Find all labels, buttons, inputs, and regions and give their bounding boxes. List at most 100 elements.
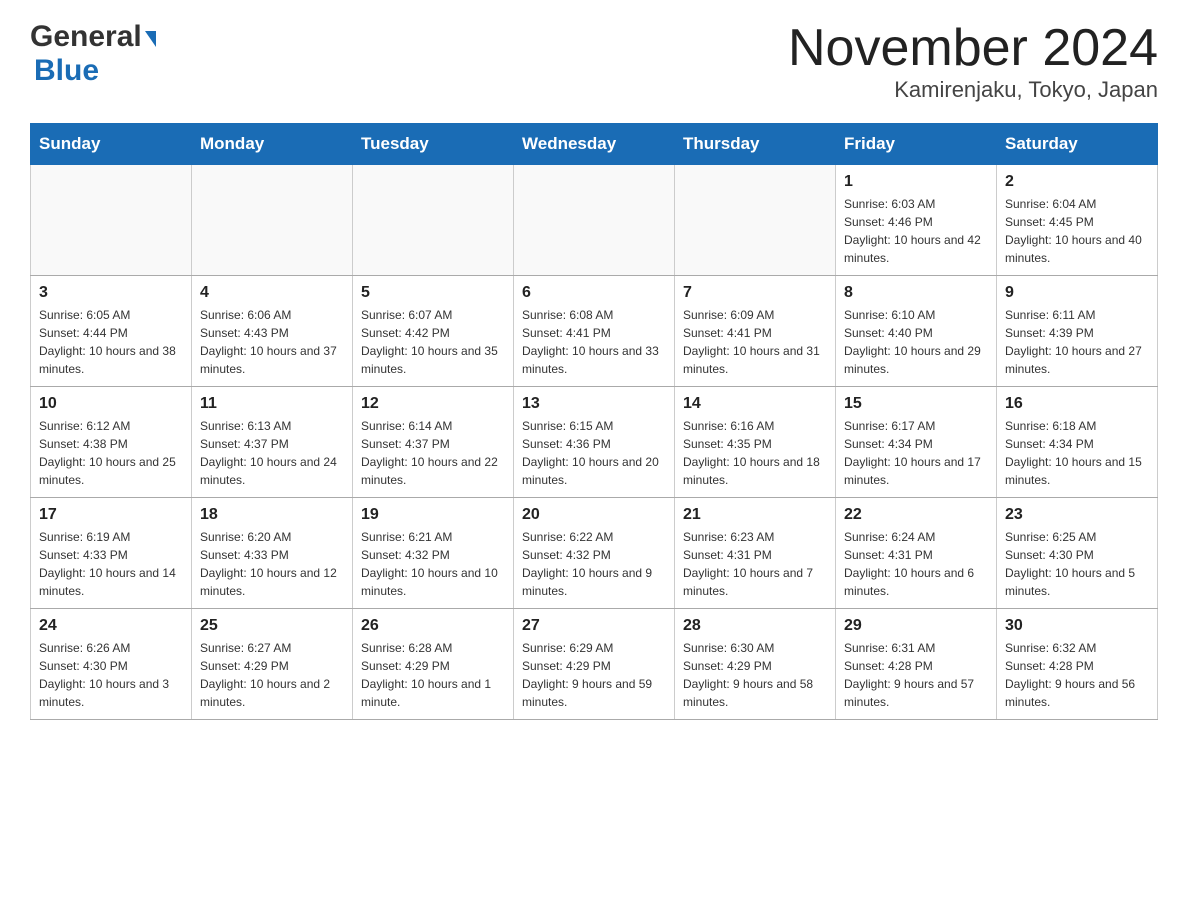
calendar-cell: 7 Sunrise: 6:09 AMSunset: 4:41 PMDaylight… [675, 276, 836, 387]
day-number: 27 [522, 617, 666, 635]
day-info: Sunrise: 6:14 AMSunset: 4:37 PMDaylight:… [361, 417, 505, 489]
calendar-cell: 10 Sunrise: 6:12 AMSunset: 4:38 PMDayligh… [31, 387, 192, 498]
day-info: Sunrise: 6:11 AMSunset: 4:39 PMDaylight:… [1005, 306, 1149, 378]
calendar-cell: 26 Sunrise: 6:28 AMSunset: 4:29 PMDayligh… [353, 609, 514, 720]
day-info: Sunrise: 6:26 AMSunset: 4:30 PMDaylight:… [39, 639, 183, 711]
logo-blue-text: Blue [34, 54, 99, 88]
day-number: 23 [1005, 506, 1149, 524]
logo-general-text: General [30, 20, 142, 54]
calendar-week-row-2: 3 Sunrise: 6:05 AMSunset: 4:44 PMDaylight… [31, 276, 1158, 387]
day-number: 11 [200, 395, 344, 413]
day-info: Sunrise: 6:20 AMSunset: 4:33 PMDaylight:… [200, 528, 344, 600]
weekday-header-friday: Friday [836, 124, 997, 165]
calendar-cell: 1 Sunrise: 6:03 AMSunset: 4:46 PMDaylight… [836, 165, 997, 276]
day-info: Sunrise: 6:18 AMSunset: 4:34 PMDaylight:… [1005, 417, 1149, 489]
calendar-cell [353, 165, 514, 276]
calendar-cell: 27 Sunrise: 6:29 AMSunset: 4:29 PMDayligh… [514, 609, 675, 720]
day-info: Sunrise: 6:25 AMSunset: 4:30 PMDaylight:… [1005, 528, 1149, 600]
calendar-cell: 19Sunrise: 6:21 AMSunset: 4:32 PMDayligh… [353, 498, 514, 609]
calendar-cell: 21 Sunrise: 6:23 AMSunset: 4:31 PMDayligh… [675, 498, 836, 609]
calendar-cell: 15 Sunrise: 6:17 AMSunset: 4:34 PMDayligh… [836, 387, 997, 498]
calendar-cell: 6Sunrise: 6:08 AMSunset: 4:41 PMDaylight… [514, 276, 675, 387]
day-info: Sunrise: 6:06 AMSunset: 4:43 PMDaylight:… [200, 306, 344, 378]
day-info: Sunrise: 6:23 AMSunset: 4:31 PMDaylight:… [683, 528, 827, 600]
day-number: 17 [39, 506, 183, 524]
day-number: 29 [844, 617, 988, 635]
day-info: Sunrise: 6:17 AMSunset: 4:34 PMDaylight:… [844, 417, 988, 489]
calendar-cell: 13 Sunrise: 6:15 AMSunset: 4:36 PMDayligh… [514, 387, 675, 498]
calendar-cell: 8 Sunrise: 6:10 AMSunset: 4:40 PMDaylight… [836, 276, 997, 387]
day-number: 21 [683, 506, 827, 524]
calendar-week-row-5: 24Sunrise: 6:26 AMSunset: 4:30 PMDayligh… [31, 609, 1158, 720]
day-info: Sunrise: 6:29 AMSunset: 4:29 PMDaylight:… [522, 639, 666, 711]
calendar-cell: 20Sunrise: 6:22 AMSunset: 4:32 PMDayligh… [514, 498, 675, 609]
calendar-week-row-1: 1 Sunrise: 6:03 AMSunset: 4:46 PMDaylight… [31, 165, 1158, 276]
day-info: Sunrise: 6:22 AMSunset: 4:32 PMDaylight:… [522, 528, 666, 600]
calendar-cell: 14 Sunrise: 6:16 AMSunset: 4:35 PMDayligh… [675, 387, 836, 498]
day-number: 9 [1005, 284, 1149, 302]
day-number: 2 [1005, 173, 1149, 191]
calendar-cell: 5Sunrise: 6:07 AMSunset: 4:42 PMDaylight… [353, 276, 514, 387]
day-info: Sunrise: 6:30 AMSunset: 4:29 PMDaylight:… [683, 639, 827, 711]
day-info: Sunrise: 6:05 AMSunset: 4:44 PMDaylight:… [39, 306, 183, 378]
calendar-table: SundayMondayTuesdayWednesdayThursdayFrid… [30, 123, 1158, 720]
day-number: 1 [844, 173, 988, 191]
logo: General Blue [30, 20, 156, 88]
day-number: 15 [844, 395, 988, 413]
day-info: Sunrise: 6:12 AMSunset: 4:38 PMDaylight:… [39, 417, 183, 489]
day-number: 26 [361, 617, 505, 635]
day-number: 10 [39, 395, 183, 413]
day-info: Sunrise: 6:19 AMSunset: 4:33 PMDaylight:… [39, 528, 183, 600]
calendar-cell: 18 Sunrise: 6:20 AMSunset: 4:33 PMDayligh… [192, 498, 353, 609]
day-info: Sunrise: 6:27 AMSunset: 4:29 PMDaylight:… [200, 639, 344, 711]
title-section: November 2024 Kamirenjaku, Tokyo, Japan [788, 20, 1158, 103]
weekday-header-tuesday: Tuesday [353, 124, 514, 165]
weekday-header-saturday: Saturday [997, 124, 1158, 165]
day-info: Sunrise: 6:10 AMSunset: 4:40 PMDaylight:… [844, 306, 988, 378]
day-info: Sunrise: 6:13 AMSunset: 4:37 PMDaylight:… [200, 417, 344, 489]
day-number: 18 [200, 506, 344, 524]
day-number: 3 [39, 284, 183, 302]
calendar-cell [31, 165, 192, 276]
calendar-cell [192, 165, 353, 276]
calendar-cell: 25 Sunrise: 6:27 AMSunset: 4:29 PMDayligh… [192, 609, 353, 720]
day-info: Sunrise: 6:03 AMSunset: 4:46 PMDaylight:… [844, 195, 988, 267]
weekday-header-thursday: Thursday [675, 124, 836, 165]
logo-triangle-icon [145, 31, 156, 47]
day-number: 6 [522, 284, 666, 302]
location-title: Kamirenjaku, Tokyo, Japan [788, 77, 1158, 103]
day-number: 30 [1005, 617, 1149, 635]
day-info: Sunrise: 6:09 AMSunset: 4:41 PMDaylight:… [683, 306, 827, 378]
day-number: 7 [683, 284, 827, 302]
day-info: Sunrise: 6:04 AMSunset: 4:45 PMDaylight:… [1005, 195, 1149, 267]
calendar-cell: 2 Sunrise: 6:04 AMSunset: 4:45 PMDaylight… [997, 165, 1158, 276]
day-number: 8 [844, 284, 988, 302]
day-info: Sunrise: 6:15 AMSunset: 4:36 PMDaylight:… [522, 417, 666, 489]
day-number: 25 [200, 617, 344, 635]
day-number: 19 [361, 506, 505, 524]
calendar-week-row-4: 17 Sunrise: 6:19 AMSunset: 4:33 PMDayligh… [31, 498, 1158, 609]
day-info: Sunrise: 6:28 AMSunset: 4:29 PMDaylight:… [361, 639, 505, 711]
weekday-header-monday: Monday [192, 124, 353, 165]
day-number: 16 [1005, 395, 1149, 413]
day-number: 4 [200, 284, 344, 302]
calendar-cell: 11 Sunrise: 6:13 AMSunset: 4:37 PMDayligh… [192, 387, 353, 498]
weekday-header-wednesday: Wednesday [514, 124, 675, 165]
day-number: 14 [683, 395, 827, 413]
day-number: 28 [683, 617, 827, 635]
day-info: Sunrise: 6:24 AMSunset: 4:31 PMDaylight:… [844, 528, 988, 600]
calendar-cell: 4 Sunrise: 6:06 AMSunset: 4:43 PMDaylight… [192, 276, 353, 387]
calendar-cell: 16 Sunrise: 6:18 AMSunset: 4:34 PMDayligh… [997, 387, 1158, 498]
calendar-header-row: SundayMondayTuesdayWednesdayThursdayFrid… [31, 124, 1158, 165]
day-info: Sunrise: 6:16 AMSunset: 4:35 PMDaylight:… [683, 417, 827, 489]
day-info: Sunrise: 6:31 AMSunset: 4:28 PMDaylight:… [844, 639, 988, 711]
day-number: 5 [361, 284, 505, 302]
calendar-cell: 30Sunrise: 6:32 AMSunset: 4:28 PMDayligh… [997, 609, 1158, 720]
page-header: General Blue November 2024 Kamirenjaku, … [30, 20, 1158, 103]
calendar-cell: 17 Sunrise: 6:19 AMSunset: 4:33 PMDayligh… [31, 498, 192, 609]
calendar-week-row-3: 10 Sunrise: 6:12 AMSunset: 4:38 PMDayligh… [31, 387, 1158, 498]
day-number: 13 [522, 395, 666, 413]
day-number: 12 [361, 395, 505, 413]
calendar-cell: 9 Sunrise: 6:11 AMSunset: 4:39 PMDaylight… [997, 276, 1158, 387]
calendar-cell: 23 Sunrise: 6:25 AMSunset: 4:30 PMDayligh… [997, 498, 1158, 609]
